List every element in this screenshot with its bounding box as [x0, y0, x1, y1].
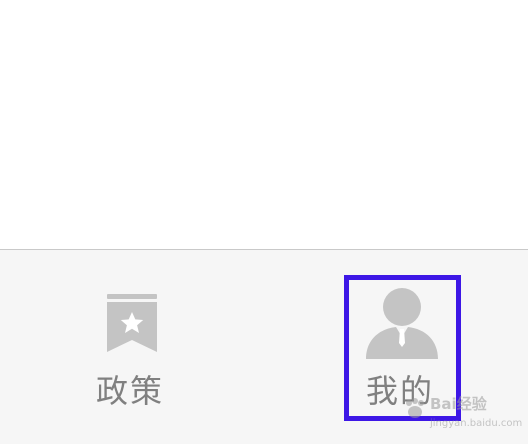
- content-area: [0, 0, 528, 249]
- tab-mine[interactable]: 我的: [264, 250, 528, 445]
- user-profile-icon: [366, 288, 438, 359]
- tab-policy-label: 政策: [95, 372, 164, 410]
- tab-mine-label: 我的: [365, 372, 434, 410]
- bookmark-star-icon: [107, 294, 157, 352]
- tab-policy[interactable]: 政策: [0, 250, 264, 445]
- bottom-tab-bar: 政策 我的: [0, 249, 528, 444]
